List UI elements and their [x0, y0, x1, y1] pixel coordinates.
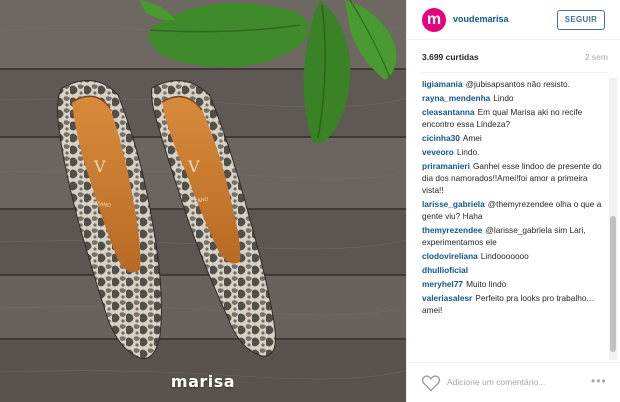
add-comment-input[interactable]: Adicione um comentário... [447, 377, 545, 387]
comment-item: ligiamania @jubisapsantos não resisto. [422, 78, 606, 90]
likes-count[interactable]: 3.699 curtidas [422, 52, 479, 62]
comment-item: meryhel77 Muito lindo [422, 278, 606, 290]
comment-username[interactable]: clodovireliana [422, 251, 478, 261]
comment-item: themyrezendee @larisse_gabriela sim Lari,… [422, 224, 606, 248]
comment-username[interactable]: larisse_gabriela [422, 199, 485, 209]
comment-item: larisse_gabriela @themyrezendee olha o qu… [422, 198, 606, 222]
comment-text: Lindo. [456, 147, 480, 157]
divider [422, 72, 608, 73]
post-age[interactable]: 2 sem [585, 52, 608, 62]
post-footer: Adicione um comentário... ••• [407, 362, 620, 402]
avatar[interactable]: m [422, 8, 446, 32]
comment-text: Lindooooooo [480, 251, 529, 261]
post-photo: V VIZZANO V VIZZANO marisa [0, 0, 406, 402]
comment-item: cicinha30 Amei [422, 132, 606, 144]
brand-watermark: marisa [170, 372, 236, 391]
comment-username[interactable]: themyrezendee [422, 225, 482, 235]
comment-username[interactable]: priramanieri [422, 161, 470, 171]
comment-username[interactable]: valeriasalesr [422, 293, 472, 303]
comment-item: dhullioficial [422, 264, 606, 276]
post-sidebar: m voudemarisa SEGUIR 3.699 curtidas 2 se… [406, 0, 620, 402]
scrollbar-thumb[interactable] [610, 216, 616, 352]
comment-item: priramanieri Ganhei esse lindoo de presen… [422, 160, 606, 196]
follow-button[interactable]: SEGUIR [557, 10, 605, 30]
comment-username[interactable]: rayna_mendenha [422, 93, 490, 103]
comment-username[interactable]: cicinha30 [422, 133, 460, 143]
more-options-icon[interactable]: ••• [591, 374, 607, 388]
comments-scrollbar[interactable] [609, 78, 617, 360]
comment-list: ligiamania @jubisapsantos não resisto. ray… [422, 78, 606, 360]
svg-text:V: V [93, 157, 106, 176]
comment-username[interactable]: veveoro [422, 147, 454, 157]
comment-text: Muito lindo [466, 279, 507, 289]
comment-item: clodovireliana Lindooooooo [422, 250, 606, 262]
svg-text:V: V [187, 157, 200, 176]
comment-item: cleasantanna Em qual Marisa aki no recife… [422, 106, 606, 130]
post-header: m voudemarisa SEGUIR [407, 0, 620, 40]
comment-username[interactable]: meryhel77 [422, 279, 463, 289]
comment-username[interactable]: ligiamania [422, 79, 463, 89]
comment-item: rayna_mendenha Lindo [422, 92, 606, 104]
comment-text: @jubisapsantos não resisto. [465, 79, 570, 89]
heart-icon[interactable] [421, 373, 441, 393]
username-link[interactable]: voudemarisa [453, 14, 509, 24]
instagram-post: V VIZZANO V VIZZANO marisa m voudemarisa… [0, 0, 620, 402]
comment-item: valeriasalesr Perfeito pra looks pro trab… [422, 292, 606, 316]
comment-item: veveoro Lindo. [422, 146, 606, 158]
comment-text: Amei [462, 133, 482, 143]
comment-text: Lindo [493, 93, 514, 103]
comment-username[interactable]: dhullioficial [422, 265, 468, 275]
comment-username[interactable]: cleasantanna [422, 107, 475, 117]
post-meta: 3.699 curtidas 2 sem [422, 52, 608, 66]
